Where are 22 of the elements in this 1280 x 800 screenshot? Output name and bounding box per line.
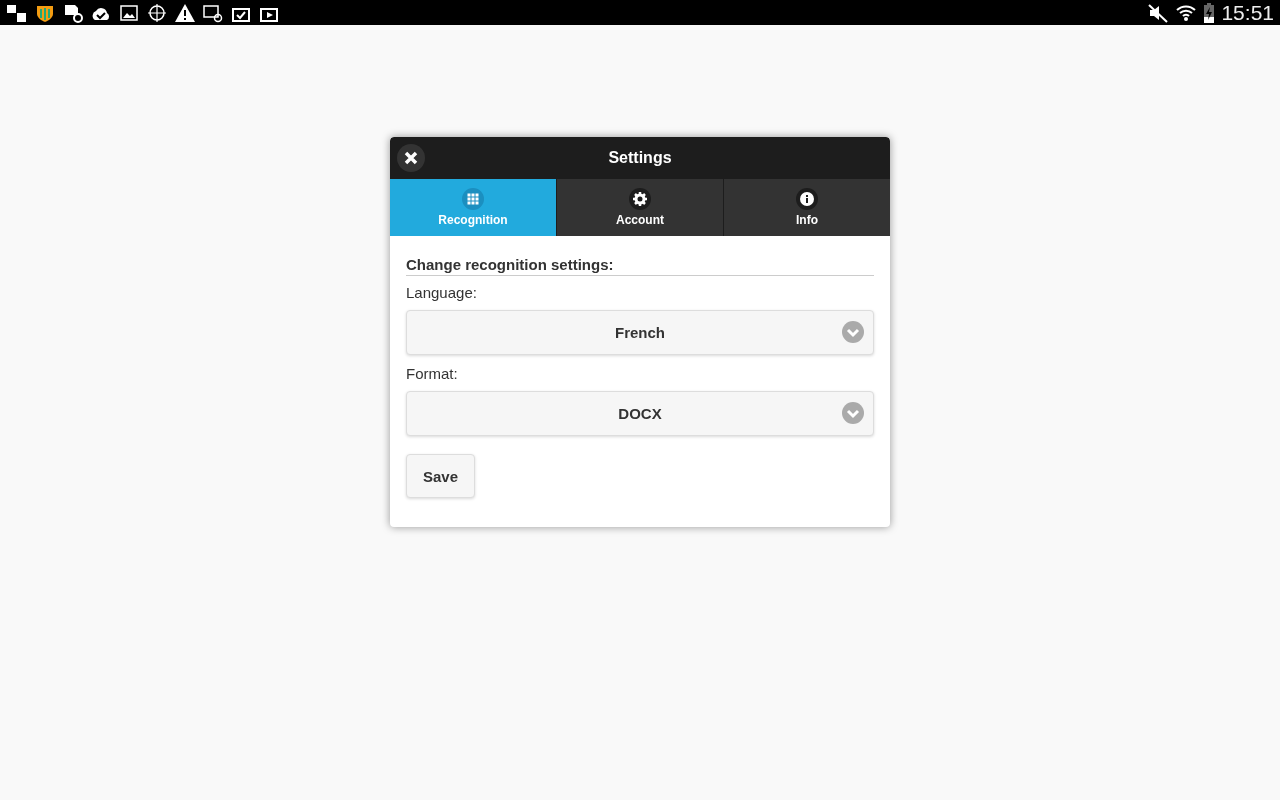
dropdown[interactable]: French xyxy=(406,310,874,355)
chevron-down-icon xyxy=(842,402,864,424)
dialog-title: Settings xyxy=(608,149,672,167)
muted-speaker-icon xyxy=(1147,2,1170,23)
wifi-icon xyxy=(1175,2,1198,23)
image-icon xyxy=(118,2,140,23)
squares-icon xyxy=(6,2,28,23)
section-heading: Change recognition settings: xyxy=(406,256,874,276)
close-button[interactable] xyxy=(397,144,425,172)
chevron-down-icon xyxy=(842,321,864,343)
field-label: Format: xyxy=(406,365,459,382)
tab[interactable]: Account xyxy=(556,179,723,236)
grid-icon xyxy=(462,188,484,210)
tab[interactable]: Info xyxy=(723,179,890,236)
crosshair-icon xyxy=(146,2,168,23)
field-label: Language: xyxy=(406,284,478,301)
dropdown[interactable]: DOCX xyxy=(406,391,874,436)
clock-time: 15:51 xyxy=(1221,0,1274,25)
info-icon xyxy=(796,188,818,210)
close-icon xyxy=(404,151,418,165)
settings-icon xyxy=(629,188,651,210)
save-button[interactable]: Save xyxy=(406,454,475,498)
